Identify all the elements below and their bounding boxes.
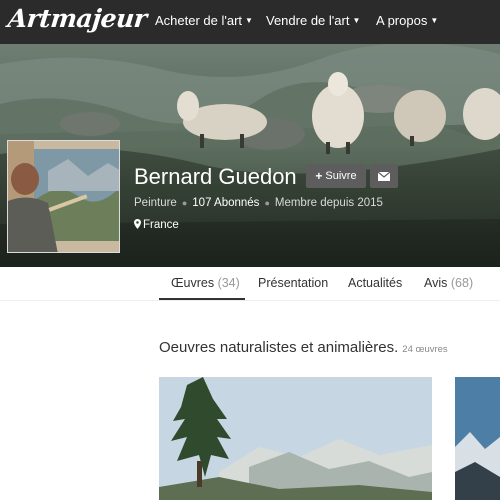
tab-works[interactable]: Œuvres (34) [171,276,240,290]
artwork-image [455,377,500,500]
nav-about-menu[interactable]: A propos ▼ [376,13,438,28]
profile-tabs: Œuvres (34) Présentation Actualités Avis… [0,268,500,302]
nav-buy-art-label: Acheter de l'art [155,13,243,28]
artwork-thumbnail[interactable] [455,377,500,500]
artwork-thumbnail[interactable] [159,377,432,500]
top-navbar: Artmajeur Acheter de l'art ▼ Vendre de l'… [0,0,500,44]
tabs-divider [0,300,500,301]
nav-sell-art-label: Vendre de l'art [266,13,350,28]
artist-name: Bernard Guedon [134,164,297,189]
followers-count[interactable]: 107 Abonnés [192,197,259,209]
follow-button-label: Suivre [325,170,357,182]
tab-presentation[interactable]: Présentation [258,276,328,290]
artwork-image [159,377,432,500]
caret-down-icon: ▼ [352,16,361,25]
collection-count: 24 œuvres [402,344,448,355]
tab-reviews-label: Avis [424,276,448,290]
tab-reviews[interactable]: Avis (68) [424,276,473,290]
envelope-icon [378,171,390,181]
collection-title: Oeuvres naturalistes et animalières. [159,339,399,356]
nav-buy-art-menu[interactable]: Acheter de l'art ▼ [155,13,253,28]
tab-reviews-count: (68) [450,276,474,290]
separator-dot: ● [264,198,270,208]
member-since: Membre depuis 2015 [274,197,383,209]
map-marker-icon [134,219,141,229]
location-label: France [143,219,179,231]
collection-heading[interactable]: Oeuvres naturalistes et animalières. 24 œ… [159,339,448,356]
nav-sell-art-menu[interactable]: Vendre de l'art ▼ [266,13,360,28]
artist-category[interactable]: Peinture [134,197,177,209]
separator-dot: ● [181,198,188,208]
site-logo[interactable]: Artmajeur [6,4,148,33]
tab-works-label: Œuvres [171,276,215,290]
caret-down-icon: ▼ [245,16,253,25]
tab-news[interactable]: Actualités [348,276,402,290]
tab-news-label: Actualités [348,276,403,290]
artist-location: France [134,219,179,231]
tab-works-count: (34) [217,276,240,290]
caret-down-icon: ▼ [430,16,439,25]
message-button[interactable] [370,164,398,188]
profile-meta: Peinture ● 107 Abonnés ● Membre depuis 2015 [134,197,383,209]
follow-button[interactable]: + Suivre [306,164,366,188]
artist-avatar[interactable] [7,140,120,253]
nav-about-label: A propos [376,13,428,28]
artist-photo [8,141,119,252]
tab-presentation-label: Présentation [258,276,329,290]
plus-icon: + [315,169,323,183]
